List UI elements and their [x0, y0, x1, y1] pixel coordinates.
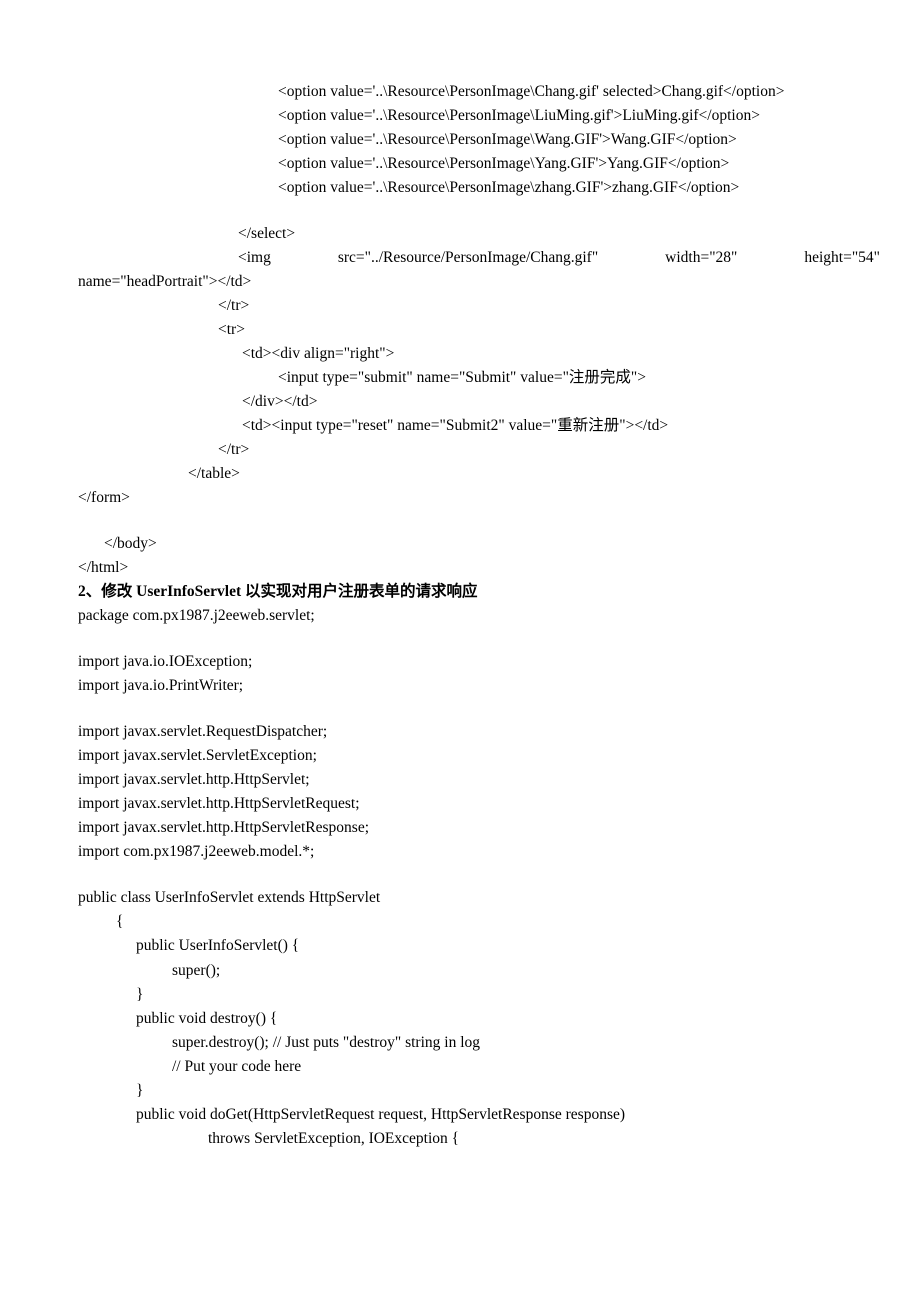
code-line: public UserInfoServlet() {: [78, 934, 880, 958]
code-line: <option value='..\Resource\PersonImage\C…: [78, 80, 880, 104]
code-line: }: [78, 1079, 880, 1103]
code-line: </table>: [78, 462, 880, 486]
img-tag-part: height="54": [804, 246, 880, 270]
code-line: package com.px1987.j2eeweb.servlet;: [78, 604, 880, 628]
code-line: import javax.servlet.http.HttpServlet;: [78, 768, 880, 792]
code-line: <td><input type="reset" name="Submit2" v…: [78, 414, 880, 438]
code-line: }: [78, 983, 880, 1007]
code-line: import javax.servlet.RequestDispatcher;: [78, 720, 880, 744]
code-line: </select>: [78, 222, 880, 246]
code-line: <option value='..\Resource\PersonImage\z…: [78, 176, 880, 200]
code-line: import javax.servlet.http.HttpServletReq…: [78, 792, 880, 816]
code-line: public void doGet(HttpServletRequest req…: [78, 1103, 880, 1127]
code-line: public void destroy() {: [78, 1007, 880, 1031]
code-line: // Put your code here: [78, 1055, 880, 1079]
code-line: </tr>: [78, 294, 880, 318]
img-tag-part: <img: [238, 246, 271, 270]
code-line: throws ServletException, IOException {: [78, 1127, 880, 1151]
code-line: <img src="../Resource/PersonImage/Chang.…: [78, 246, 880, 270]
section-heading: 2、修改 UserInfoServlet 以实现对用户注册表单的请求响应: [78, 580, 880, 604]
code-line: <tr>: [78, 318, 880, 342]
code-line: </body>: [78, 532, 880, 556]
code-line: <option value='..\Resource\PersonImage\Y…: [78, 152, 880, 176]
code-line: import javax.servlet.ServletException;: [78, 744, 880, 768]
code-line: <td><div align="right">: [78, 342, 880, 366]
img-tag-part: src="../Resource/PersonImage/Chang.gif": [338, 246, 598, 270]
img-tag-part: width="28": [665, 246, 737, 270]
code-line: import javax.servlet.http.HttpServletRes…: [78, 816, 880, 840]
code-line: name="headPortrait"></td>: [78, 270, 880, 294]
code-line: </tr>: [78, 438, 880, 462]
code-line: </form>: [78, 486, 880, 510]
code-line: </html>: [78, 556, 880, 580]
code-line: import java.io.IOException;: [78, 650, 880, 674]
code-line: public class UserInfoServlet extends Htt…: [78, 886, 880, 910]
code-line: super();: [78, 959, 880, 983]
code-line: import java.io.PrintWriter;: [78, 674, 880, 698]
code-line: super.destroy(); // Just puts "destroy" …: [78, 1031, 880, 1055]
code-line: <option value='..\Resource\PersonImage\L…: [78, 104, 880, 128]
code-line: </div></td>: [78, 390, 880, 414]
code-line: <input type="submit" name="Submit" value…: [78, 366, 880, 390]
code-line: <option value='..\Resource\PersonImage\W…: [78, 128, 880, 152]
code-line: import com.px1987.j2eeweb.model.*;: [78, 840, 880, 864]
code-line: {: [78, 910, 880, 934]
